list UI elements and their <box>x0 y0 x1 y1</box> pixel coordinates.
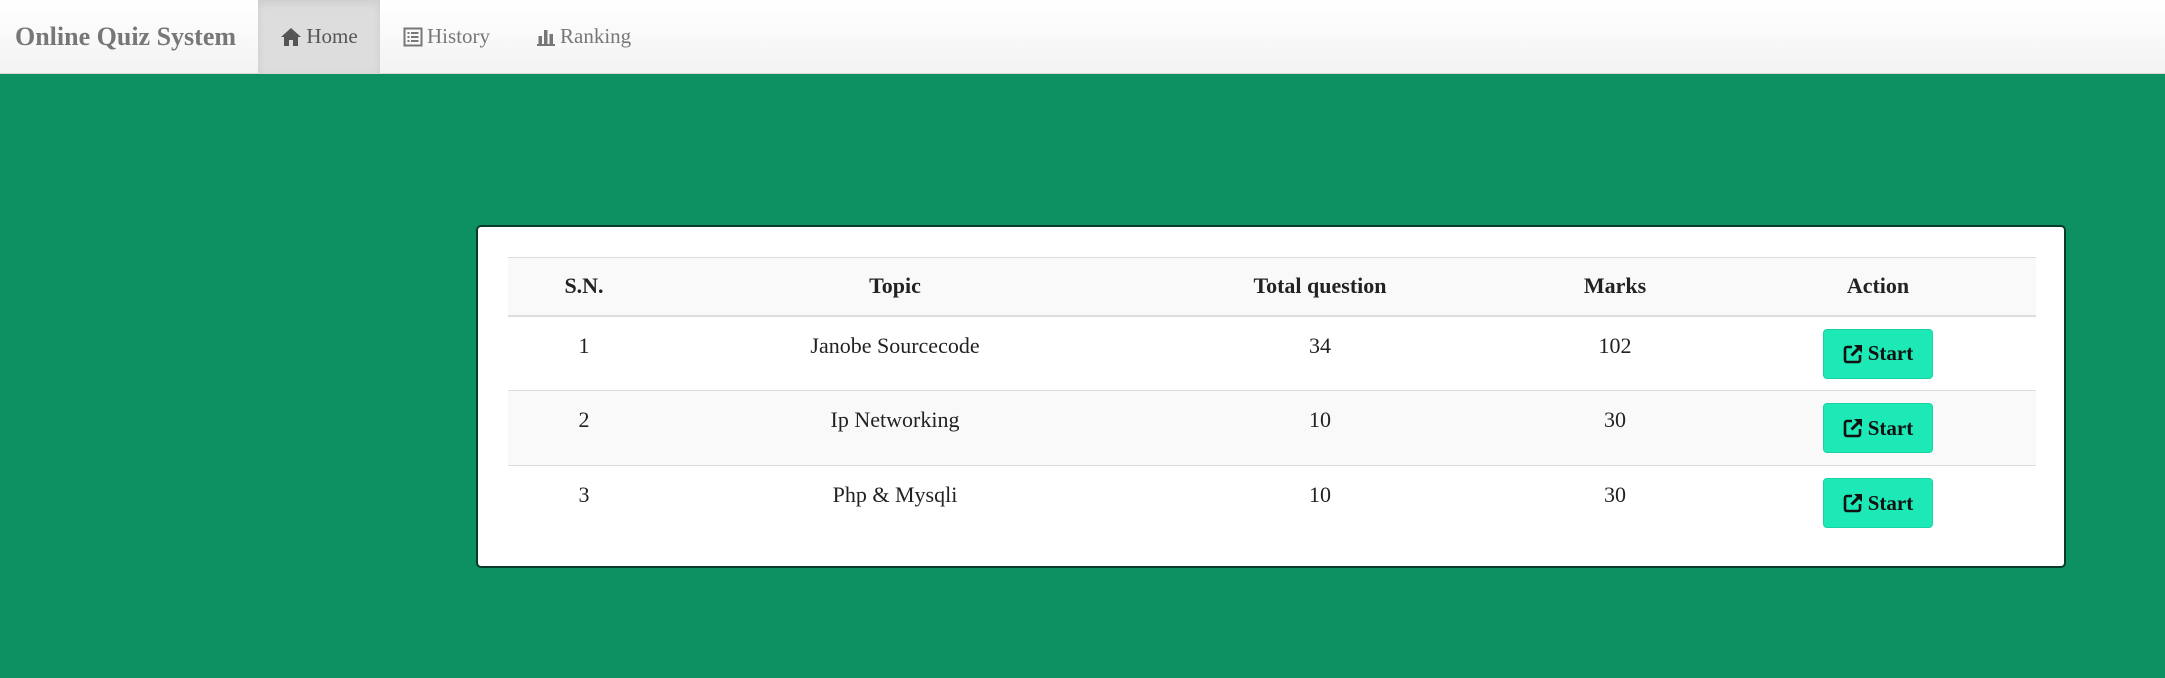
nav-ranking[interactable]: Ranking <box>513 0 654 73</box>
brand-title[interactable]: Online Quiz System <box>0 0 258 73</box>
nav-history[interactable]: History <box>380 0 513 73</box>
header-marks: Marks <box>1583 273 1647 299</box>
cell-topic: Ip Networking <box>830 407 960 432</box>
home-icon <box>281 27 302 46</box>
start-button[interactable]: Start <box>1823 328 1933 379</box>
quiz-table: S.N. Topic Total question Marks Action 1… <box>508 257 2036 541</box>
nav-home-label: Home <box>306 24 358 48</box>
table-row: 2 Ip Networking 10 30 Start <box>508 390 2036 466</box>
header-sn: S.N. <box>564 273 604 299</box>
cell-marks: 30 <box>1604 482 1626 507</box>
header-total-question: Total question <box>1253 273 1387 299</box>
header-action: Action <box>1846 273 1910 299</box>
cell-topic: Php & Mysqli <box>832 482 958 507</box>
cell-action: Start <box>1720 316 2036 391</box>
start-button-label: Start <box>1867 415 1914 440</box>
header-topic: Topic <box>869 273 921 299</box>
cell-action: Start <box>1720 466 2036 541</box>
external-link-icon <box>1843 494 1862 513</box>
cell-sn: 3 <box>578 482 590 507</box>
table-row: 1 Janobe Sourcecode 34 102 Start <box>508 315 2036 391</box>
external-link-icon <box>1843 419 1862 438</box>
cell-marks: 30 <box>1604 407 1626 432</box>
stats-icon <box>537 29 556 46</box>
external-link-icon <box>1843 344 1862 363</box>
list-alt-icon <box>403 27 423 46</box>
start-button-label: Start <box>1867 490 1914 515</box>
cell-total-question: 34 <box>1309 332 1331 358</box>
nav-home[interactable]: Home <box>258 0 381 73</box>
cell-marks: 102 <box>1598 332 1632 358</box>
start-button-label: Start <box>1867 341 1914 365</box>
start-button[interactable]: Start <box>1823 478 1933 528</box>
nav-ranking-label: Ranking <box>560 24 632 48</box>
cell-action: Start <box>1720 391 2036 466</box>
navbar: Online Quiz System Home History Ranking <box>0 0 2165 74</box>
cell-total-question: 10 <box>1309 482 1331 507</box>
cell-topic: Janobe Sourcecode <box>810 332 980 358</box>
cell-sn: 2 <box>578 407 590 432</box>
start-button[interactable]: Start <box>1823 403 1933 453</box>
cell-sn: 1 <box>578 332 590 358</box>
table-header-row: S.N. Topic Total question Marks Action <box>508 257 2036 316</box>
cell-total-question: 10 <box>1309 407 1331 432</box>
nav-history-label: History <box>427 24 491 48</box>
table-row: 3 Php & Mysqli 10 30 Start <box>508 465 2036 541</box>
quiz-panel: S.N. Topic Total question Marks Action 1… <box>476 225 2066 568</box>
